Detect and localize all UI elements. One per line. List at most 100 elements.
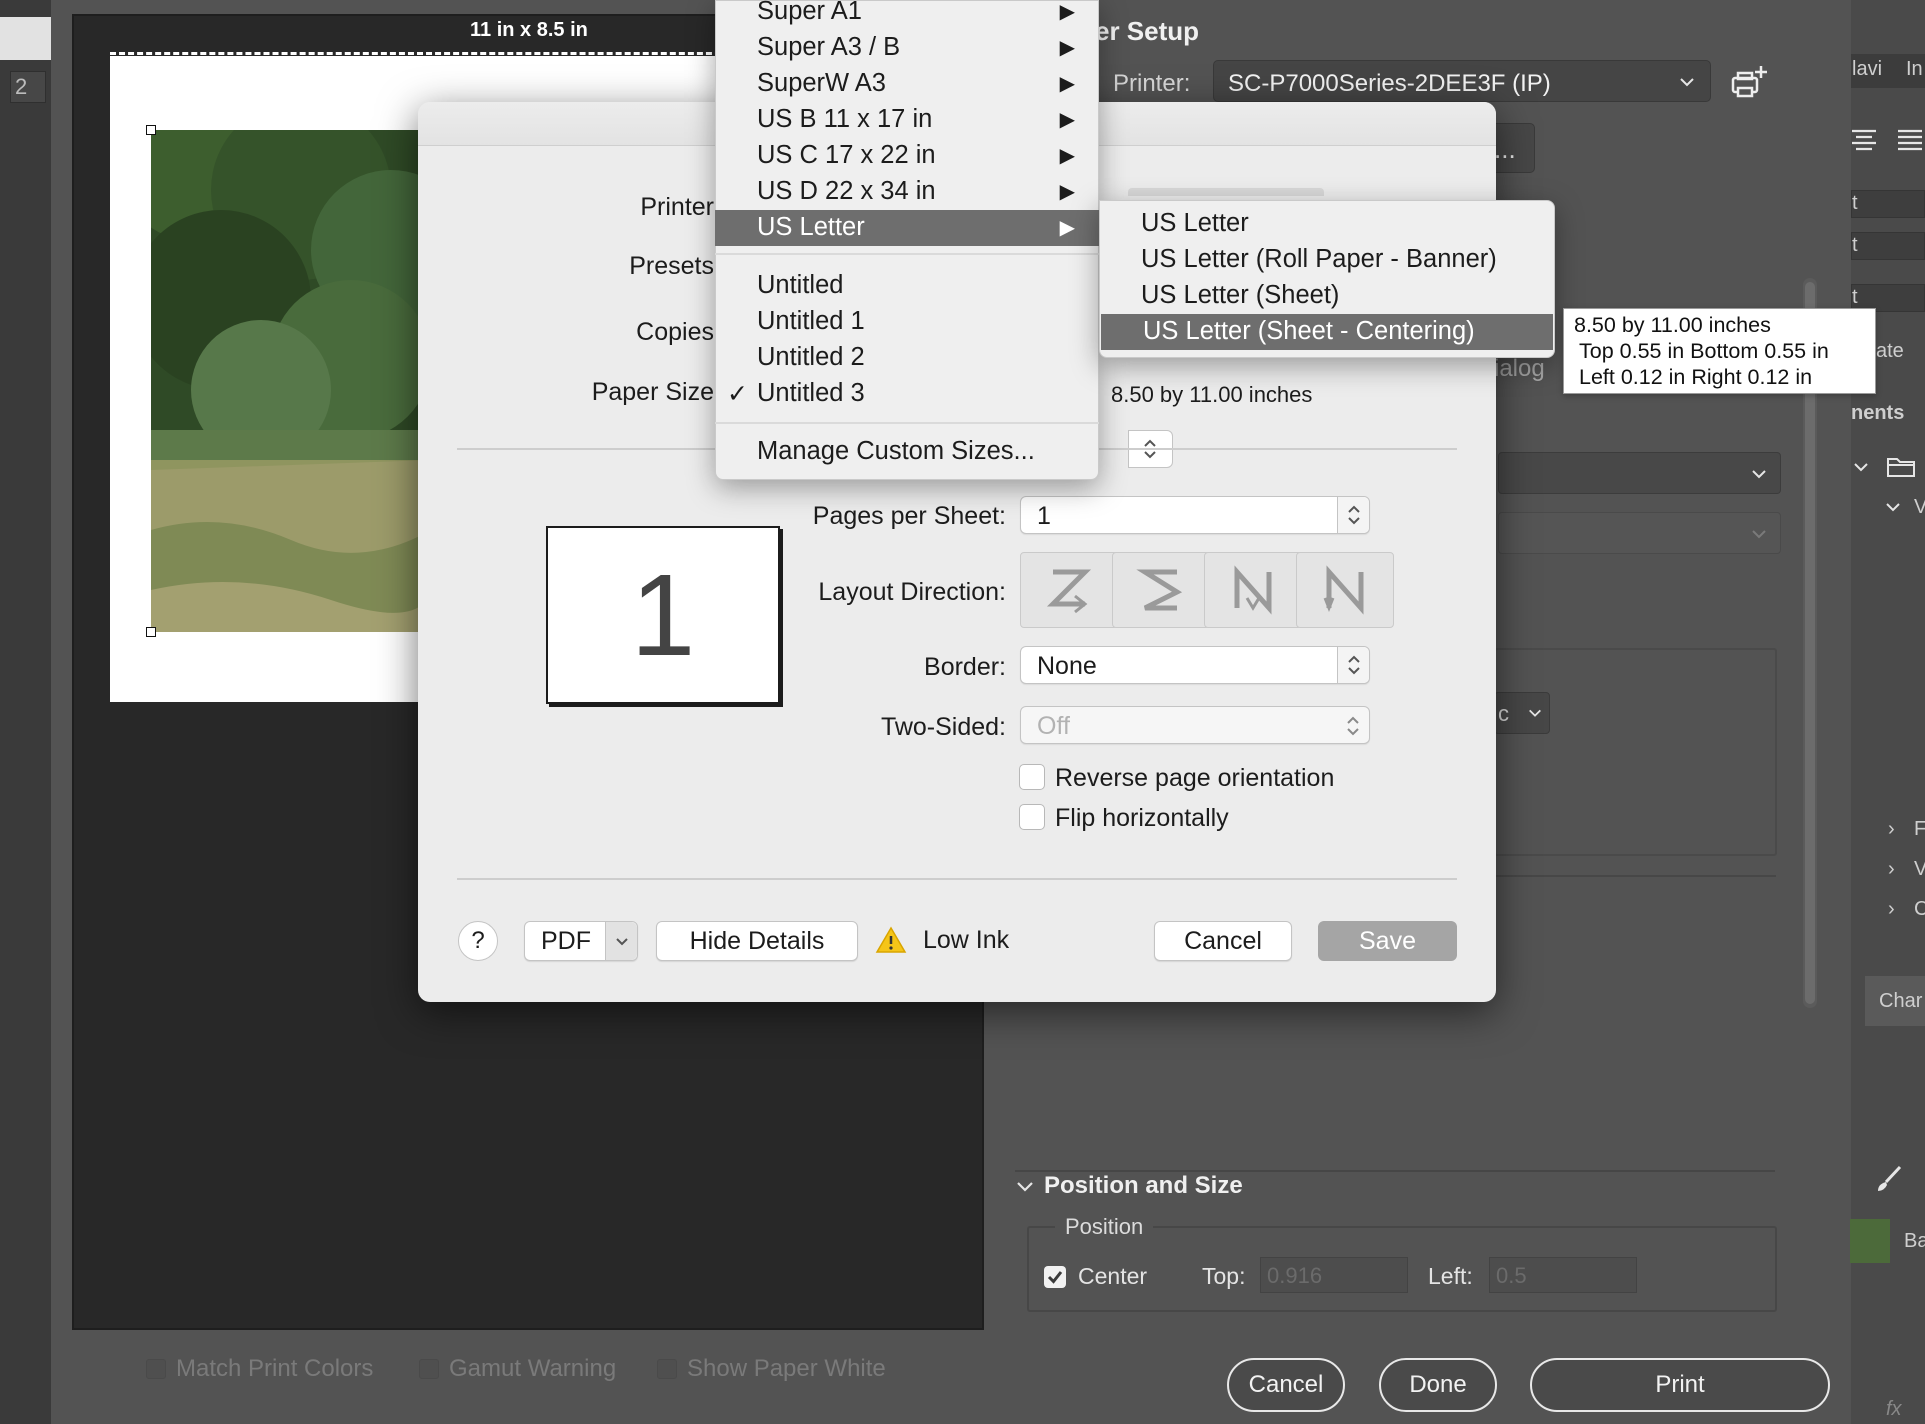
- right-text-nents: nents: [1851, 402, 1905, 424]
- tree-item-v[interactable]: V: [1914, 496, 1925, 519]
- top-input[interactable]: 0.916: [1260, 1257, 1408, 1293]
- center-checkbox[interactable]: [1044, 1266, 1066, 1288]
- printer-profile-select[interactable]: [1498, 512, 1781, 554]
- color-handling-select[interactable]: [1498, 452, 1781, 494]
- submenu-item[interactable]: US Letter (Sheet - Centering): [1101, 314, 1553, 350]
- gamut-warning-checkbox[interactable]: Gamut Warning: [419, 1354, 616, 1384]
- manage-custom-sizes-item[interactable]: Manage Custom Sizes...: [715, 434, 1099, 470]
- help-button[interactable]: ?: [458, 921, 498, 961]
- dialog-cancel-button[interactable]: Cancel: [1154, 921, 1292, 961]
- tree-chevron-c[interactable]: ›: [1888, 898, 1895, 921]
- reverse-orientation-checkbox[interactable]: [1019, 764, 1045, 790]
- border-select[interactable]: None: [1020, 646, 1370, 684]
- dialog-separator-bottom: [457, 878, 1457, 880]
- chevron-down-icon[interactable]: [1884, 498, 1902, 516]
- cancel-button[interactable]: Cancel: [1227, 1358, 1345, 1412]
- fx-icon[interactable]: fx: [1886, 1398, 1902, 1421]
- paper-menu-item[interactable]: US C 17 x 22 in ▶: [715, 138, 1099, 174]
- submenu-item[interactable]: US Letter (Roll Paper - Banner): [1099, 242, 1555, 278]
- layout-n-icon: [1323, 565, 1364, 615]
- show-paper-white-checkbox[interactable]: Show Paper White: [657, 1354, 886, 1384]
- character-tab-label: Char: [1879, 990, 1923, 1012]
- paper-menu-item[interactable]: Super A1 ▶: [715, 0, 1099, 30]
- right-field-1[interactable]: [1851, 190, 1925, 218]
- layer-thumbnail[interactable]: [1850, 1219, 1890, 1263]
- layer-name[interactable]: Ba: [1904, 1230, 1925, 1253]
- custom-size-item[interactable]: Untitled 2: [715, 340, 1099, 376]
- layout-s-button[interactable]: [1112, 552, 1210, 628]
- photo-image: [151, 130, 431, 632]
- stepper-icon: [1337, 497, 1369, 533]
- layout-n-button[interactable]: [1296, 552, 1394, 628]
- right-field-2[interactable]: [1851, 232, 1925, 260]
- brush-icon[interactable]: [1874, 1164, 1904, 1194]
- paper-menu-item[interactable]: SuperW A3 ▶: [715, 66, 1099, 102]
- paper-menu-item[interactable]: Super A3 / B ▶: [715, 30, 1099, 66]
- preview-photo[interactable]: [151, 130, 431, 632]
- printer-select[interactable]: SC-P7000Series-2DEE3F (IP): [1213, 60, 1711, 102]
- tree-chevron-v[interactable]: ›: [1888, 858, 1895, 881]
- resize-handle-top-left[interactable]: [146, 125, 156, 135]
- presets-label: Presets: [629, 252, 714, 280]
- paper-size-label: Paper Size: [591, 378, 714, 406]
- right-field-3-text: t: [1852, 286, 1858, 308]
- chevron-down-icon: [1752, 530, 1766, 539]
- tree-chevron-f[interactable]: ›: [1888, 818, 1895, 841]
- layout-n-reverse-button[interactable]: [1204, 552, 1302, 628]
- tooltip-line-2: Top 0.55 in Bottom 0.55 in: [1579, 339, 1829, 363]
- submenu-item[interactable]: US Letter: [1099, 206, 1555, 242]
- checkbox-box[interactable]: [419, 1359, 439, 1379]
- chevron-down-icon: [605, 922, 637, 960]
- chevron-down-icon: [1529, 709, 1541, 717]
- align-center-icon[interactable]: [1850, 128, 1878, 154]
- match-print-colors-checkbox[interactable]: Match Print Colors: [146, 1354, 373, 1384]
- two-sided-select[interactable]: Off: [1020, 706, 1370, 744]
- layout-n-reverse-icon: [1234, 565, 1272, 615]
- submenu-item[interactable]: US Letter (Sheet): [1099, 278, 1555, 314]
- paper-menu-item[interactable]: US D 22 x 34 in ▶: [715, 174, 1099, 210]
- custom-size-item[interactable]: Untitled: [715, 268, 1099, 304]
- layout-z-icon: [1046, 569, 1092, 614]
- custom-size-item[interactable]: ✓ Untitled 3: [715, 376, 1099, 412]
- pages-per-sheet-label: Pages per Sheet:: [812, 502, 1006, 530]
- copies-label: Copies: [636, 318, 714, 346]
- align-justify-icon[interactable]: [1896, 128, 1924, 154]
- paper-menu-item[interactable]: US B 11 x 17 in ▶: [715, 102, 1099, 138]
- print-dialog-button-text[interactable]: ialog: [1494, 355, 1545, 383]
- tree-item-v2[interactable]: V: [1914, 858, 1925, 881]
- checkbox-box[interactable]: [657, 1359, 677, 1379]
- tab-navigator[interactable]: lavi: [1852, 58, 1882, 81]
- page-thumbnail: 1: [546, 526, 780, 704]
- tree-item-c[interactable]: C: [1914, 898, 1925, 921]
- printer-select-edge[interactable]: [1128, 188, 1324, 196]
- layout-z-button[interactable]: [1020, 552, 1118, 628]
- submenu-arrow-icon: ▶: [1059, 145, 1075, 167]
- chevron-down-icon[interactable]: [1852, 458, 1870, 476]
- tree-item-f[interactable]: F: [1914, 818, 1925, 841]
- paper-menu-item[interactable]: US Letter ▶: [715, 210, 1099, 246]
- chevron-down-icon[interactable]: [1014, 1176, 1036, 1198]
- center-label: Center: [1078, 1263, 1148, 1289]
- pages-per-sheet-select[interactable]: 1: [1020, 496, 1370, 534]
- submenu-arrow-icon: ▶: [1059, 1, 1075, 23]
- save-button[interactable]: Save: [1318, 921, 1457, 961]
- tab-info[interactable]: In: [1906, 58, 1923, 81]
- flip-horizontally-checkbox[interactable]: [1019, 804, 1045, 830]
- resize-handle-bottom-left[interactable]: [146, 627, 156, 637]
- done-button[interactable]: Done: [1379, 1358, 1497, 1412]
- preview-paper-size: 11 in x 8.5 in: [470, 19, 588, 41]
- tooltip-line-1: 8.50 by 11.00 inches: [1574, 313, 1771, 337]
- submenu-arrow-icon: ▶: [1059, 181, 1075, 203]
- menu-separator: [715, 253, 1099, 255]
- print-button[interactable]: Print: [1530, 1358, 1830, 1412]
- left-toolbar-tab[interactable]: [0, 17, 51, 60]
- pdf-menu-button[interactable]: PDF: [524, 921, 638, 961]
- left-input[interactable]: 0.5: [1489, 1257, 1637, 1293]
- rendering-intent-select[interactable]: c: [1494, 692, 1550, 734]
- checkbox-box[interactable]: [146, 1359, 166, 1379]
- hide-details-button[interactable]: Hide Details: [656, 921, 858, 961]
- custom-size-item[interactable]: Untitled 1: [715, 304, 1099, 340]
- printer-settings-icon[interactable]: [1728, 64, 1768, 102]
- position-legend: Position: [1055, 1214, 1154, 1240]
- low-ink-label: Low Ink: [923, 926, 1010, 954]
